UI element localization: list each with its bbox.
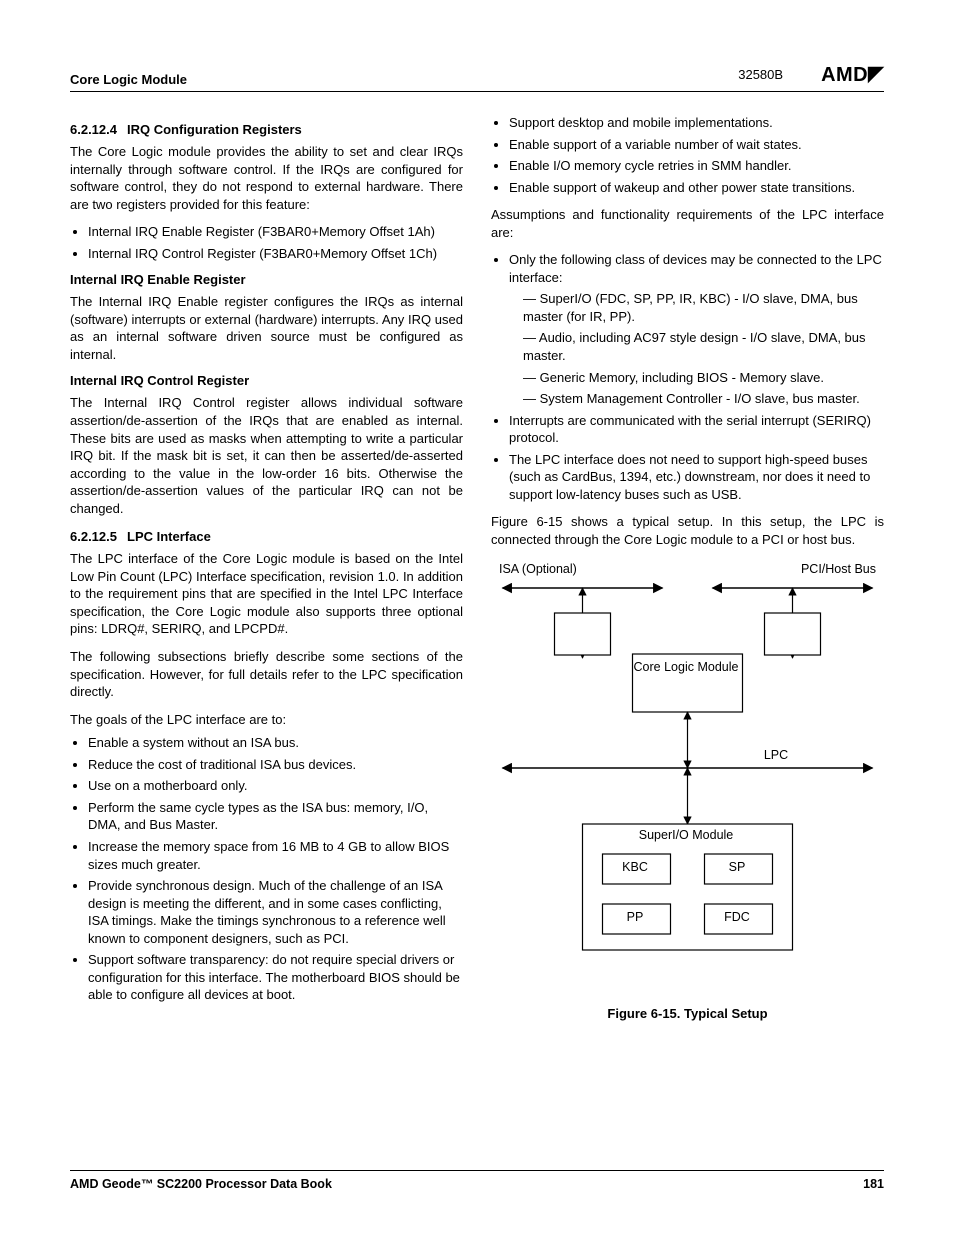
list-item: The LPC interface does not need to suppo… <box>509 451 884 504</box>
core-logic-box-label: Core Logic Module <box>631 660 741 676</box>
content-columns: 6.2.12.4 IRQ Configuration Registers The … <box>70 110 884 1021</box>
pp-box-label: PP <box>601 910 669 924</box>
section-number: 6.2.12.5 <box>70 529 117 544</box>
list-item: Use on a motherboard only. <box>88 777 463 795</box>
pci-label: PCI/Host Bus <box>716 562 876 576</box>
figure-svg <box>491 558 884 988</box>
list-item: Support software transparency: do not re… <box>88 951 463 1004</box>
list-item: Audio, including AC97 style design - I/O… <box>523 329 884 364</box>
list-item: Internal IRQ Control Register (F3BAR0+Me… <box>88 245 463 263</box>
list-item: Generic Memory, including BIOS - Memory … <box>523 369 884 387</box>
list-item: Provide synchronous design. Much of the … <box>88 877 463 947</box>
paragraph: The following subsections briefly descri… <box>70 648 463 701</box>
amd-logo: AMD◤ <box>821 62 884 87</box>
list-item: Perform the same cycle types as the ISA … <box>88 799 463 834</box>
header-section-title: Core Logic Module <box>70 72 187 87</box>
list-item: SuperI/O (FDC, SP, PP, IR, KBC) - I/O sl… <box>523 290 884 325</box>
lpc-goals-continued: Support desktop and mobile implementatio… <box>491 114 884 196</box>
list-item: Increase the memory space from 16 MB to … <box>88 838 463 873</box>
footer-book-title: AMD Geode™ SC2200 Processor Data Book <box>70 1177 332 1191</box>
figure-caption: Figure 6-15. Typical Setup <box>491 1006 884 1021</box>
paragraph: Figure 6-15 shows a typical setup. In th… <box>491 513 884 548</box>
sp-box-label: SP <box>703 860 771 874</box>
paragraph: Assumptions and functionality requiremen… <box>491 206 884 241</box>
figure-6-15: ISA (Optional) PCI/Host Bus Core Logic M… <box>491 558 884 988</box>
lpc-label: LPC <box>746 748 806 762</box>
right-column: Support desktop and mobile implementatio… <box>491 110 884 1021</box>
paragraph: The goals of the LPC interface are to: <box>70 711 463 729</box>
list-item: System Management Controller - I/O slave… <box>523 390 884 408</box>
subheading: Internal IRQ Enable Register <box>70 272 463 287</box>
section-number: 6.2.12.4 <box>70 122 117 137</box>
section-6-2-12-4-heading: 6.2.12.4 IRQ Configuration Registers <box>70 122 463 137</box>
section-title: IRQ Configuration Registers <box>127 122 302 137</box>
kbc-box-label: KBC <box>601 860 669 874</box>
doc-number: 32580B <box>738 67 783 82</box>
list-item: Support desktop and mobile implementatio… <box>509 114 884 132</box>
list-item: Reduce the cost of traditional ISA bus d… <box>88 756 463 774</box>
lpc-goals-list: Enable a system without an ISA bus. Redu… <box>70 734 463 1004</box>
list-item: Enable I/O memory cycle retries in SMM h… <box>509 157 884 175</box>
list-item: Interrupts are communicated with the ser… <box>509 412 884 447</box>
list-item: Only the following class of devices may … <box>509 251 884 407</box>
section-title: LPC Interface <box>127 529 211 544</box>
superio-label: SuperI/O Module <box>581 828 791 842</box>
paragraph: The Internal IRQ Enable register configu… <box>70 293 463 363</box>
page-footer: AMD Geode™ SC2200 Processor Data Book 18… <box>70 1170 884 1191</box>
fdc-box-label: FDC <box>703 910 771 924</box>
left-column: 6.2.12.4 IRQ Configuration Registers The … <box>70 110 463 1021</box>
paragraph: The Internal IRQ Control register allows… <box>70 394 463 517</box>
subheading: Internal IRQ Control Register <box>70 373 463 388</box>
register-list: Internal IRQ Enable Register (F3BAR0+Mem… <box>70 223 463 262</box>
section-6-2-12-5-heading: 6.2.12.5 LPC Interface <box>70 529 463 544</box>
device-class-sublist: SuperI/O (FDC, SP, PP, IR, KBC) - I/O sl… <box>523 290 884 407</box>
isa-label: ISA (Optional) <box>499 562 659 576</box>
list-item: Enable a system without an ISA bus. <box>88 734 463 752</box>
paragraph: The LPC interface of the Core Logic modu… <box>70 550 463 638</box>
paragraph: The Core Logic module provides the abili… <box>70 143 463 213</box>
assumptions-list: Only the following class of devices may … <box>491 251 884 503</box>
list-item: Enable support of a variable number of w… <box>509 136 884 154</box>
page-header: Core Logic Module 32580B AMD◤ <box>70 62 884 92</box>
page-number: 181 <box>863 1177 884 1191</box>
list-item: Internal IRQ Enable Register (F3BAR0+Mem… <box>88 223 463 241</box>
list-item-text: Only the following class of devices may … <box>509 252 882 285</box>
list-item: Enable support of wakeup and other power… <box>509 179 884 197</box>
